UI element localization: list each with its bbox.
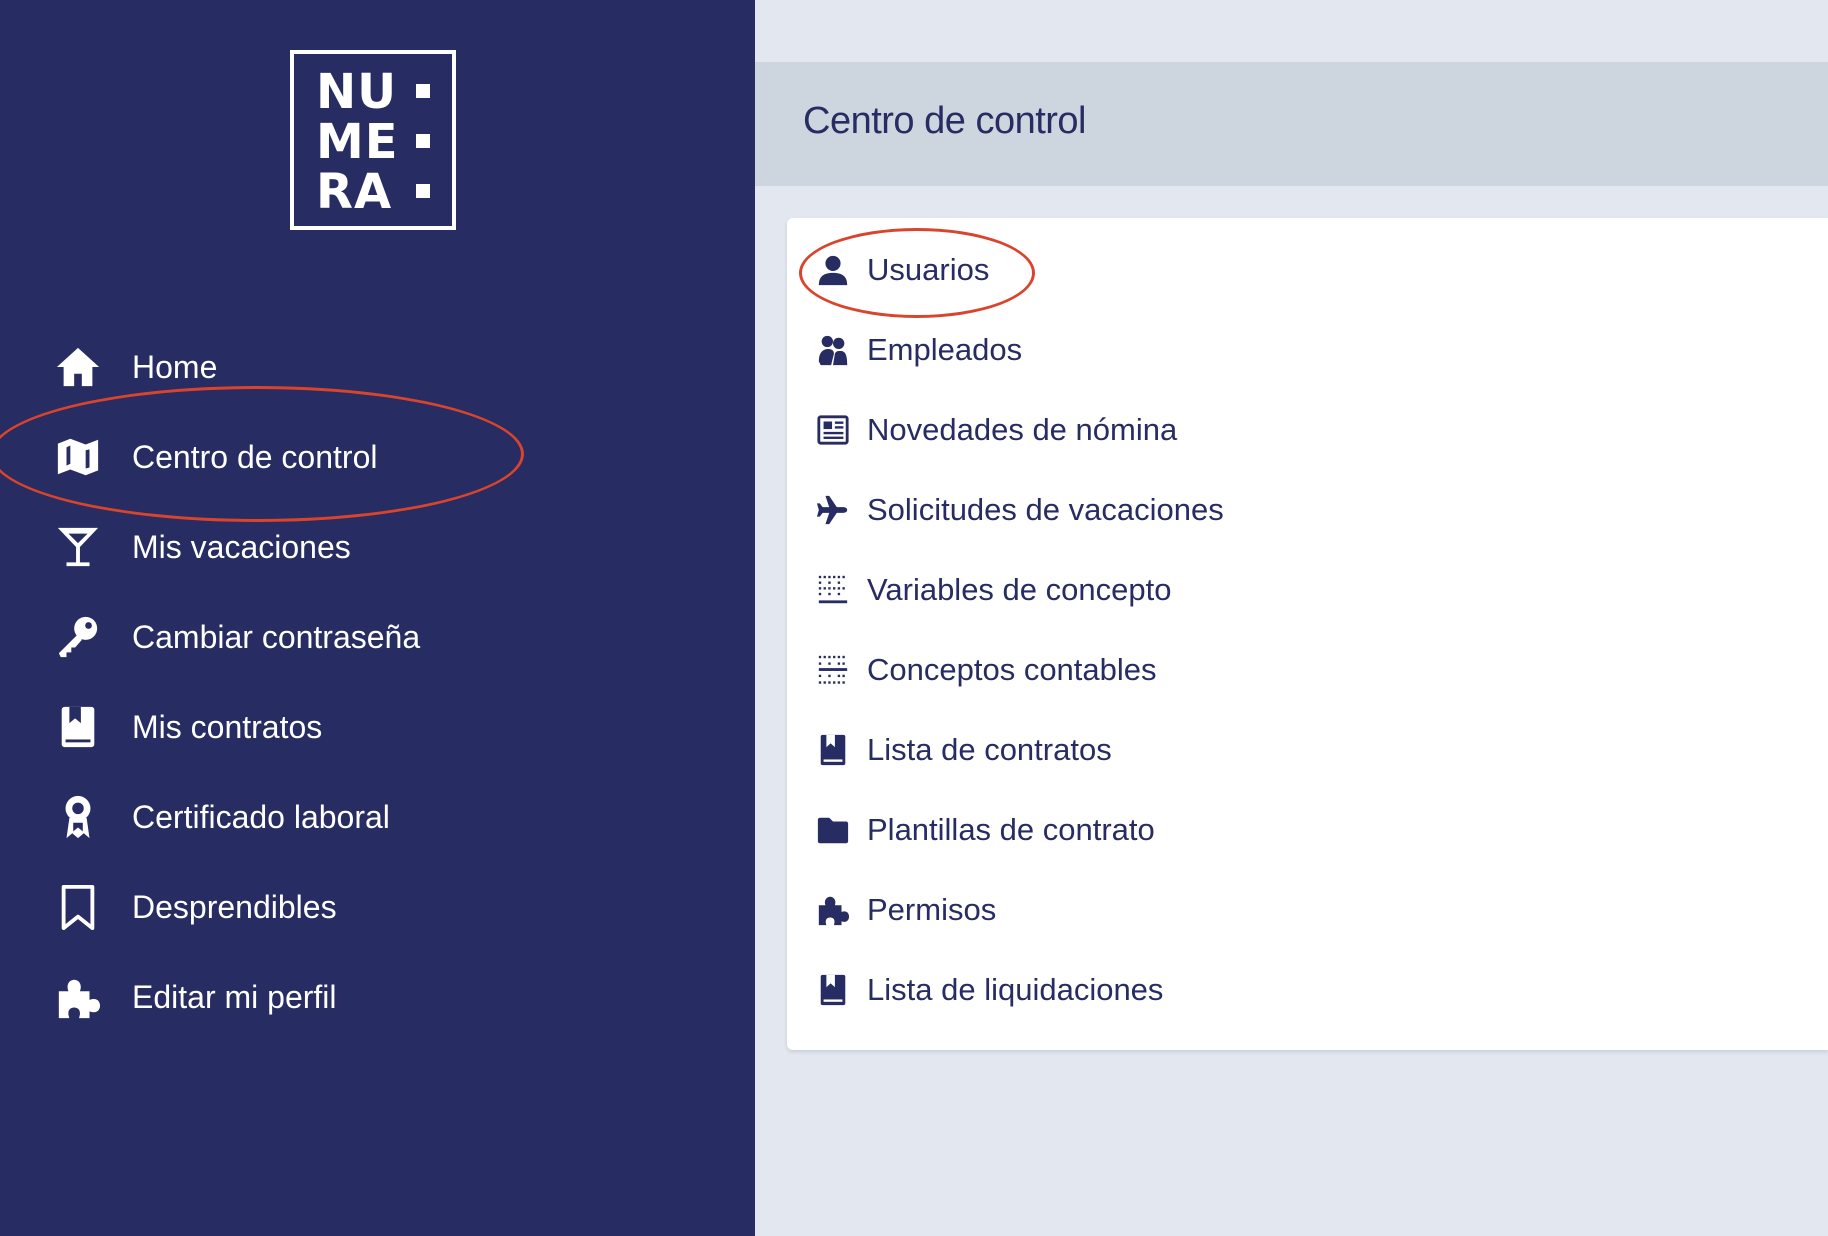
sidebar-item-certificado-laboral[interactable]: Certificado laboral	[0, 772, 755, 862]
main-content: Centro de control Usuarios Empleados Nov	[755, 0, 1828, 1236]
menu-item-lista-de-contratos[interactable]: Lista de contratos	[787, 720, 1787, 780]
menu-item-label: Solicitudes de vacaciones	[867, 492, 1224, 527]
menu-item-label: Novedades de nómina	[867, 412, 1178, 447]
menu-item-label: Usuarios	[867, 252, 990, 287]
menu-item-solicitudes-de-vacaciones[interactable]: Solicitudes de vacaciones	[787, 480, 1787, 540]
menu-item-conceptos-contables[interactable]: Conceptos contables	[787, 640, 1787, 700]
sidebar-item-desprendibles[interactable]: Desprendibles	[0, 862, 755, 952]
bookmark-icon	[54, 883, 102, 931]
sidebar-item-label: Home	[132, 348, 218, 385]
menu-item-plantillas-de-contrato[interactable]: Plantillas de contrato	[787, 800, 1787, 860]
sidebar-item-centro-de-control[interactable]: Centro de control	[0, 412, 755, 502]
sidebar-item-label: Certificado laboral	[132, 798, 390, 835]
grid-dots-icon	[815, 652, 851, 688]
logo-line-1: NU	[316, 64, 398, 120]
sidebar-item-home[interactable]: Home	[0, 322, 755, 412]
book-icon	[815, 972, 851, 1008]
menu-item-novedades-de-nomina[interactable]: Novedades de nómina	[787, 400, 1787, 460]
menu-item-empleados[interactable]: Empleados	[787, 320, 1787, 380]
logo-line-3: RA	[316, 164, 393, 220]
border-grid-icon	[815, 572, 851, 608]
book-icon	[815, 732, 851, 768]
key-icon	[54, 613, 102, 661]
logo-dot-1	[416, 84, 430, 98]
sidebar-item-label: Mis vacaciones	[132, 528, 351, 565]
menu-item-label: Variables de concepto	[867, 572, 1172, 607]
sidebar-item-editar-mi-perfil[interactable]: Editar mi perfil	[0, 952, 755, 1042]
users-icon	[815, 332, 851, 368]
menu-item-lista-de-liquidaciones[interactable]: Lista de liquidaciones	[787, 960, 1787, 1020]
logo-dot-3	[416, 184, 430, 198]
home-icon	[54, 343, 102, 391]
user-icon	[815, 252, 851, 288]
sidebar-item-label: Editar mi perfil	[132, 978, 337, 1015]
logo-dot-2	[416, 134, 430, 148]
cocktail-icon	[54, 523, 102, 571]
newspaper-icon	[815, 412, 851, 448]
app-window: NU ME RA Home Centro de control Mis vaca…	[0, 0, 1828, 1236]
page-title: Centro de control	[803, 100, 1087, 142]
menu-item-label: Permisos	[867, 892, 997, 927]
menu-item-usuarios[interactable]: Usuarios	[787, 240, 1787, 300]
sidebar-item-mis-vacaciones[interactable]: Mis vacaciones	[0, 502, 755, 592]
plane-icon	[815, 492, 851, 528]
menu-item-permisos[interactable]: Permisos	[787, 880, 1787, 940]
book-icon	[54, 703, 102, 751]
sidebar: NU ME RA Home Centro de control Mis vaca…	[0, 0, 755, 1236]
sidebar-item-label: Mis contratos	[132, 708, 323, 745]
folder-icon	[815, 812, 851, 848]
puzzle-icon	[54, 973, 102, 1021]
menu-item-label: Empleados	[867, 332, 1023, 367]
sidebar-item-label: Centro de control	[132, 438, 378, 475]
sidebar-nav: Home Centro de control Mis vacaciones Ca…	[0, 322, 755, 1042]
control-center-card: Usuarios Empleados Novedades de nómina S…	[787, 218, 1828, 1050]
numera-logo[interactable]: NU ME RA	[290, 50, 456, 230]
menu-item-variables-de-concepto[interactable]: Variables de concepto	[787, 560, 1787, 620]
puzzle-icon	[815, 892, 851, 928]
logo-line-2: ME	[316, 114, 399, 170]
map-icon	[54, 433, 102, 481]
sidebar-item-label: Cambiar contraseña	[132, 618, 421, 655]
sidebar-item-label: Desprendibles	[132, 888, 337, 925]
menu-item-label: Plantillas de contrato	[867, 812, 1155, 847]
sidebar-item-cambiar-contrasena[interactable]: Cambiar contraseña	[0, 592, 755, 682]
menu-item-label: Lista de contratos	[867, 732, 1112, 767]
award-icon	[54, 793, 102, 841]
menu-item-label: Lista de liquidaciones	[867, 972, 1164, 1007]
menu-item-label: Conceptos contables	[867, 652, 1157, 687]
page-header: Centro de control	[755, 62, 1828, 186]
sidebar-item-mis-contratos[interactable]: Mis contratos	[0, 682, 755, 772]
